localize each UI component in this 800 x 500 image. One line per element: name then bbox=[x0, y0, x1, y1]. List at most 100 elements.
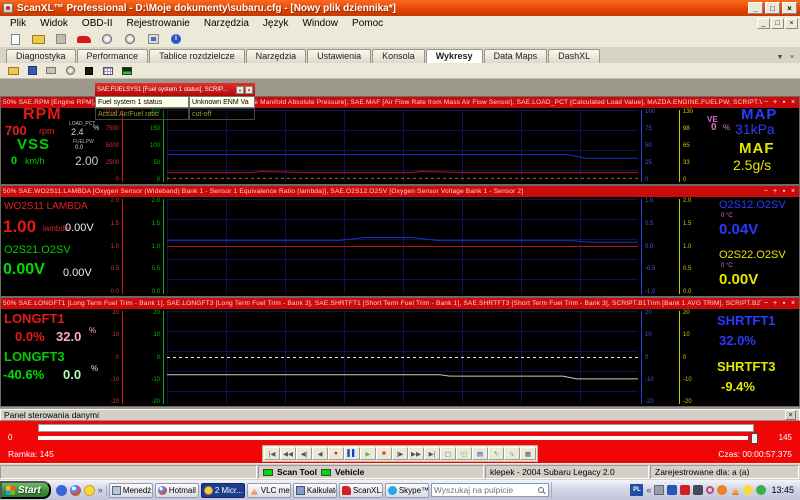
menu-plik[interactable]: Plik bbox=[3, 18, 33, 29]
scroll-tabs-icon[interactable]: ▼ bbox=[775, 54, 785, 61]
obd-monitor-icon[interactable] bbox=[119, 32, 141, 47]
minimize-button[interactable]: _ bbox=[748, 2, 763, 14]
param-row[interactable]: Fuel system 1 status Unknown ENM Va bbox=[95, 96, 255, 108]
data-control-panel-titlebar[interactable]: Panel sterowania danymi × bbox=[0, 409, 800, 421]
close-icon[interactable]: × bbox=[789, 299, 797, 308]
fuelsys-float-titlebar[interactable]: SAE.FUELSYS1 [Fuel system 1 status], SCR… bbox=[95, 83, 255, 96]
desktop-search-box[interactable] bbox=[431, 483, 549, 497]
plot-area-fueltrim[interactable] bbox=[167, 311, 638, 404]
task-hotmail[interactable]: Hotmail ... bbox=[155, 483, 199, 498]
forward-to-end-button[interactable]: ▶| bbox=[424, 447, 440, 460]
print-icon[interactable] bbox=[43, 64, 59, 77]
restore-icon[interactable]: ▪ bbox=[780, 98, 788, 107]
maximize-button[interactable]: □ bbox=[765, 2, 780, 14]
restore-icon[interactable]: ▪ bbox=[780, 187, 788, 196]
close-tab-icon[interactable]: × bbox=[787, 54, 797, 61]
tray-phone-icon[interactable] bbox=[756, 485, 766, 495]
stop-icon[interactable] bbox=[81, 64, 97, 77]
close-icon[interactable]: × bbox=[785, 410, 796, 420]
tab-diagnostyka[interactable]: Diagnostyka bbox=[6, 49, 76, 63]
plot-area-lambda[interactable] bbox=[167, 199, 638, 294]
search-icon[interactable] bbox=[538, 487, 544, 493]
open-file-icon[interactable] bbox=[27, 32, 49, 47]
mdi-restore-button[interactable]: □ bbox=[771, 18, 784, 29]
quicklaunch-browser-icon[interactable] bbox=[70, 485, 81, 496]
restore-icon[interactable]: ▪ bbox=[780, 299, 788, 308]
play-button[interactable]: ▶ bbox=[360, 447, 376, 460]
info-icon[interactable] bbox=[165, 32, 187, 47]
rewind-to-start-button[interactable]: |◀ bbox=[264, 447, 280, 460]
table-icon[interactable] bbox=[100, 64, 116, 77]
menu-window[interactable]: Window bbox=[295, 18, 345, 29]
tray-ring-icon[interactable] bbox=[706, 486, 714, 494]
tray-update-icon[interactable] bbox=[717, 485, 727, 495]
task-microsoft[interactable]: 2 Micr... bbox=[201, 483, 245, 498]
menu-narzedzia[interactable]: Narzędzia bbox=[197, 18, 256, 29]
tray-collapse-icon[interactable]: « bbox=[646, 485, 651, 495]
zoom-in-icon[interactable]: + bbox=[771, 299, 779, 308]
save-marker-button[interactable]: ↳ bbox=[504, 447, 520, 460]
graph-panel-fueltrim-header[interactable]: 50% SAE.LONGFT1 [Long Term Fuel Trim - B… bbox=[1, 298, 799, 309]
quicklaunch-messenger-icon[interactable] bbox=[84, 485, 95, 496]
task-kalkulator[interactable]: Kalkulator bbox=[293, 483, 337, 498]
new-log-button[interactable]: ▢ bbox=[440, 447, 456, 460]
record-button[interactable]: ● bbox=[328, 447, 344, 460]
menu-pomoc[interactable]: Pomoc bbox=[345, 18, 390, 29]
tray-shield-icon[interactable] bbox=[667, 485, 677, 495]
gauge-icon[interactable] bbox=[62, 64, 78, 77]
tab-data-maps[interactable]: Data Maps bbox=[484, 49, 548, 63]
zoom-out-icon[interactable]: − bbox=[762, 299, 770, 308]
export-log-button[interactable]: ◫ bbox=[456, 447, 472, 460]
tray-antivirus-icon[interactable] bbox=[680, 485, 690, 495]
fuelsys-float-window[interactable]: SAE.FUELSYS1 [Fuel system 1 status], SCR… bbox=[95, 83, 255, 120]
close-icon[interactable]: × bbox=[789, 98, 797, 107]
obd-connect-icon[interactable] bbox=[96, 32, 118, 47]
play-reverse-button[interactable]: ◀ bbox=[312, 447, 328, 460]
tab-wykresy[interactable]: Wykresy bbox=[426, 49, 483, 63]
start-button[interactable]: Start bbox=[0, 481, 51, 499]
graph-panel-lambda-header[interactable]: 50% SAE.WO2S11.LAMBDA [Oxygen Sensor (Wi… bbox=[1, 186, 799, 197]
log-progress-bar[interactable] bbox=[38, 424, 754, 432]
new-file-icon[interactable] bbox=[4, 32, 26, 47]
quick-launch-overflow-icon[interactable]: » bbox=[98, 485, 103, 495]
close-icon[interactable]: × bbox=[245, 86, 253, 94]
detach-icon[interactable]: ▪ bbox=[236, 86, 244, 94]
zoom-in-icon[interactable]: + bbox=[771, 187, 779, 196]
save-log-button[interactable]: ▤ bbox=[472, 447, 488, 460]
task-menedzer[interactable]: Menedż... bbox=[109, 483, 153, 498]
save-config-icon[interactable] bbox=[24, 64, 40, 77]
frame-slider-track[interactable] bbox=[38, 436, 748, 440]
tab-narzedzia[interactable]: Narzędzia bbox=[246, 49, 307, 63]
task-scanxl[interactable]: ScanXL... bbox=[339, 483, 383, 498]
param-row[interactable]: Actual Air/Fuel ratio cut-off bbox=[95, 108, 255, 120]
tray-monitor-icon[interactable] bbox=[654, 485, 664, 495]
plot-area-rpm[interactable] bbox=[167, 110, 638, 182]
connect-vehicle-icon[interactable] bbox=[73, 32, 95, 47]
desktop-search-input[interactable] bbox=[434, 485, 538, 495]
mdi-close-button[interactable]: × bbox=[785, 18, 798, 29]
menu-obd-ii[interactable]: OBD-II bbox=[75, 18, 120, 29]
load-marker-button[interactable]: ↰ bbox=[488, 447, 504, 460]
close-icon[interactable]: × bbox=[789, 187, 797, 196]
task-vlc[interactable]: VLC me... bbox=[247, 483, 291, 498]
pause-button[interactable]: ▌▌ bbox=[344, 447, 360, 460]
menu-widok[interactable]: Widok bbox=[33, 18, 75, 29]
task-skype[interactable]: Skype™... bbox=[385, 483, 429, 498]
save-file-icon[interactable] bbox=[50, 32, 72, 47]
grid-view-button[interactable]: ▦ bbox=[520, 447, 536, 460]
mdi-minimize-button[interactable]: _ bbox=[757, 18, 770, 29]
close-button[interactable]: × bbox=[782, 2, 797, 14]
tab-konsola[interactable]: Konsola bbox=[372, 49, 425, 63]
zoom-out-icon[interactable]: − bbox=[762, 187, 770, 196]
step-back-button[interactable]: ◀| bbox=[296, 447, 312, 460]
step-forward-button[interactable]: |▶ bbox=[392, 447, 408, 460]
language-indicator[interactable]: PL bbox=[630, 484, 643, 496]
tray-messenger-icon[interactable] bbox=[743, 485, 753, 495]
fast-rewind-button[interactable]: ◀◀ bbox=[280, 447, 296, 460]
fast-forward-button[interactable]: ▶▶ bbox=[408, 447, 424, 460]
open-config-icon[interactable] bbox=[5, 64, 21, 77]
quicklaunch-app-icon[interactable] bbox=[56, 485, 67, 496]
menu-jezyk[interactable]: Język bbox=[256, 18, 296, 29]
tab-performance[interactable]: Performance bbox=[77, 49, 149, 63]
tab-dashxl[interactable]: DashXL bbox=[548, 49, 600, 63]
